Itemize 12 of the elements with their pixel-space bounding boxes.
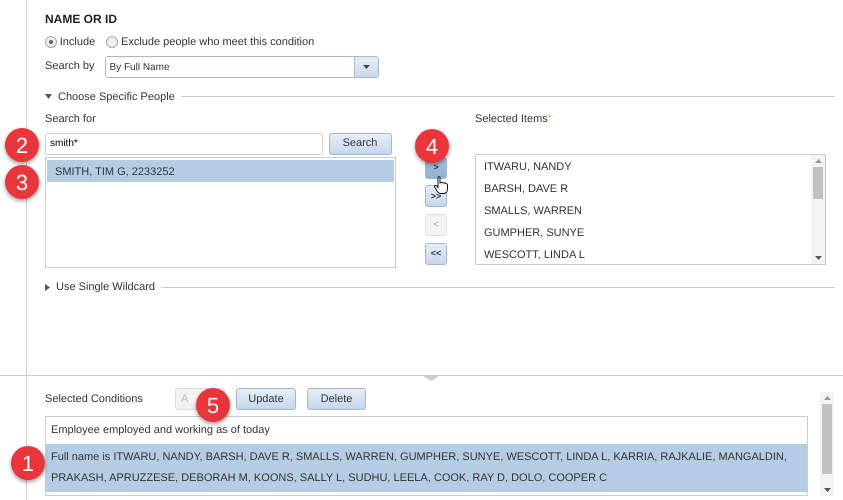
- radio-label: Include: [60, 34, 96, 50]
- step-number-tooltip: 4: [415, 129, 449, 163]
- required-mark: *: [548, 112, 552, 124]
- step-number-tooltip: 2: [5, 128, 39, 162]
- search-for-label: Search for: [45, 112, 97, 126]
- section-title: NAME OR ID: [45, 11, 118, 28]
- search-by-label: Search by: [45, 59, 96, 74]
- selected-conditions-label: Selected Conditions: [45, 392, 144, 407]
- radio-label: Exclude people who meet this condition: [120, 34, 314, 50]
- step-number-tooltip: 3: [5, 165, 39, 199]
- selected-items-label: Selected Items: [475, 112, 548, 124]
- step-number-tooltip: 1: [11, 446, 45, 480]
